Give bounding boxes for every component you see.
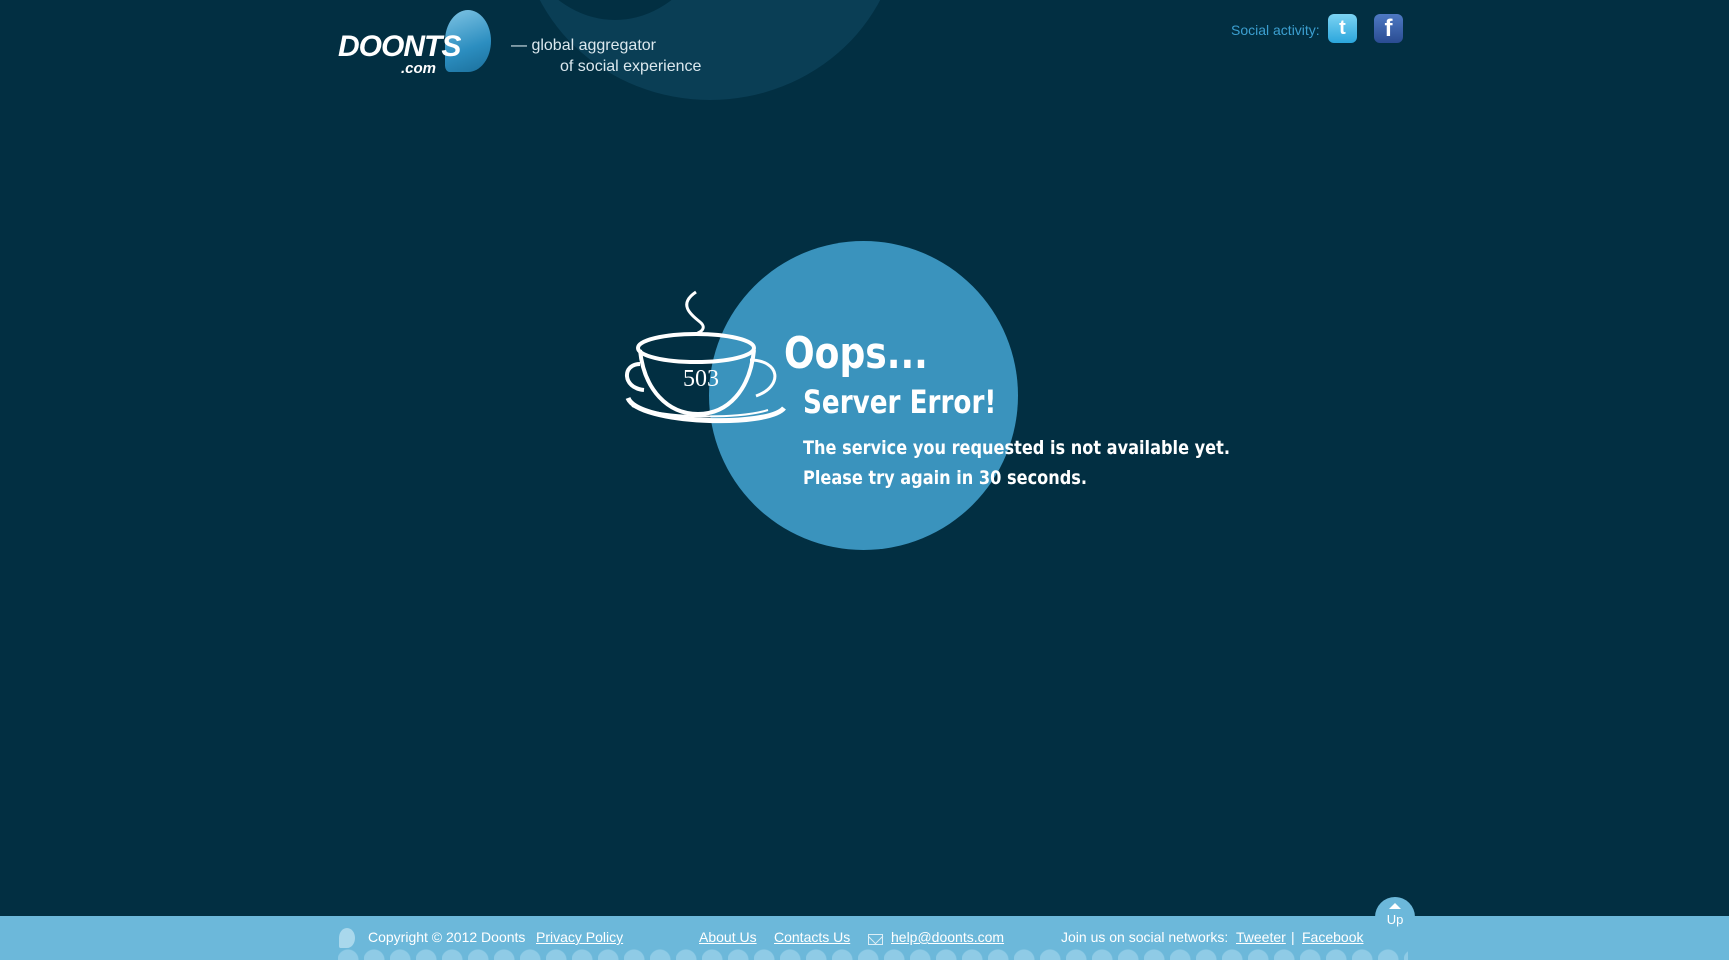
site-logo[interactable]: DOONTS .com	[338, 10, 498, 77]
facebook-icon[interactable]: f	[1374, 14, 1403, 43]
mail-icon	[868, 934, 883, 945]
copyright-text: Copyright © 2012 Doonts	[368, 929, 526, 945]
error-code: 503	[683, 366, 719, 392]
error-message-line-2: Please try again in 30 seconds.	[803, 467, 1088, 489]
about-us-link[interactable]: About Us	[699, 929, 757, 945]
join-social-label: Join us on social networks:	[1061, 929, 1229, 945]
tagline-line-1: — global aggregator	[511, 37, 656, 54]
error-subtitle: Server Error!	[803, 383, 997, 421]
facebook-link[interactable]: Facebook	[1302, 929, 1363, 945]
logo-text: DOONTS	[338, 30, 461, 63]
up-arrow-icon	[1389, 903, 1401, 909]
error-title: Oops...	[784, 328, 928, 379]
footer-leaf-icon	[339, 928, 355, 948]
tagline-line-2: of social experience	[560, 58, 702, 75]
logo-domain: .com	[401, 60, 437, 77]
scroll-up-button[interactable]: Up	[1375, 897, 1415, 937]
up-label: Up	[1386, 912, 1404, 927]
contacts-us-link[interactable]: Contacts Us	[774, 929, 850, 945]
twitter-icon[interactable]: t	[1328, 14, 1357, 43]
tweeter-link[interactable]: Tweeter	[1236, 929, 1286, 945]
error-message-line-1: The service you requested is not availab…	[803, 437, 1230, 459]
footer-separator: |	[1291, 929, 1295, 945]
coffee-cup-icon	[625, 290, 786, 424]
footer-clouds-decoration	[338, 946, 1408, 960]
social-activity-label: Social activity:	[1231, 22, 1320, 38]
email-link[interactable]: help@doonts.com	[891, 929, 1004, 945]
privacy-policy-link[interactable]: Privacy Policy	[536, 929, 623, 945]
